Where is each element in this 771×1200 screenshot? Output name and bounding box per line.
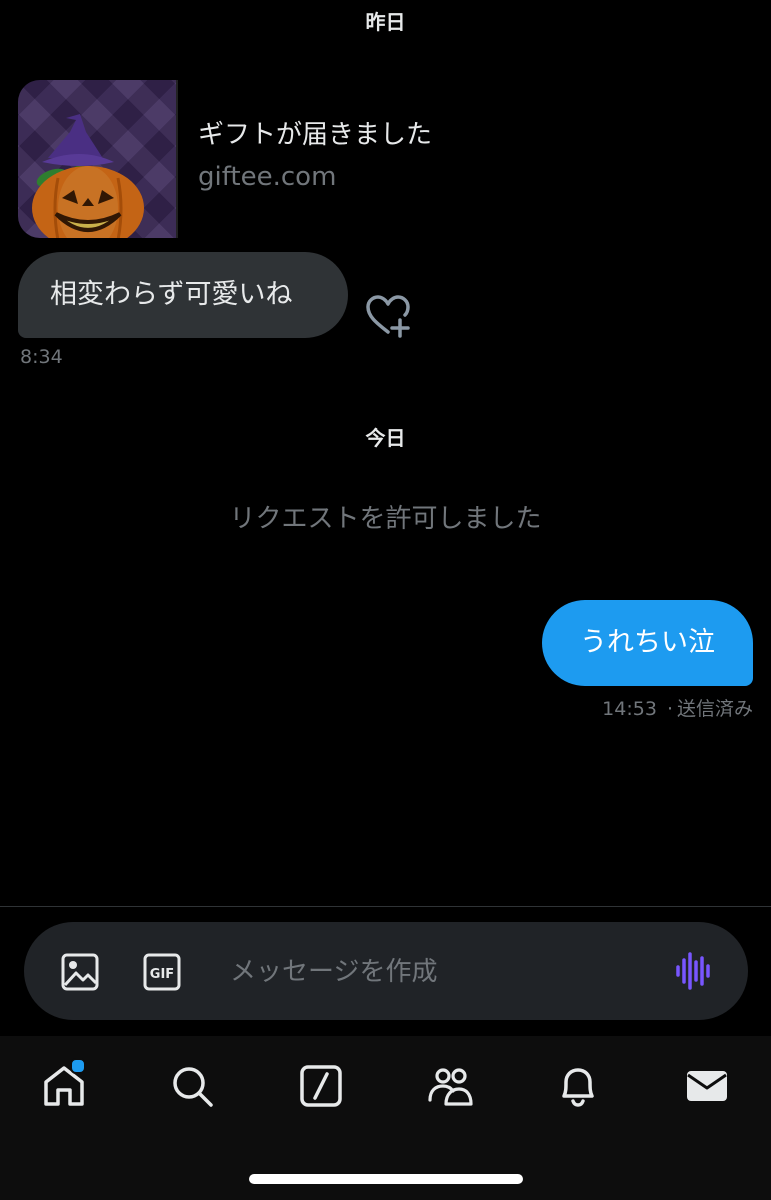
voice-waveform-icon — [676, 952, 710, 990]
gift-thumbnail-divider — [176, 80, 178, 238]
gift-card-domain: giftee.com — [198, 162, 337, 192]
image-icon — [61, 953, 99, 991]
outgoing-message-status: 14:53 · 送信済み — [602, 694, 753, 721]
voice-message-button[interactable] — [672, 950, 714, 992]
tab-search[interactable] — [168, 1062, 216, 1110]
tab-messages[interactable] — [683, 1062, 731, 1110]
outgoing-message-time: 14:53 — [602, 698, 657, 720]
communities-icon — [428, 1068, 473, 1106]
date-separator-yesterday: 昨日 — [365, 10, 406, 34]
gift-card-title: ギフトが届きました — [198, 120, 433, 150]
tab-communities[interactable] — [426, 1062, 474, 1110]
composer-divider — [0, 906, 771, 907]
tab-notifications[interactable] — [554, 1062, 602, 1110]
home-notification-dot — [70, 1058, 86, 1074]
heart-plus-icon — [366, 295, 410, 338]
date-separator-today: 今日 — [365, 426, 406, 450]
incoming-message-time: 8:34 — [20, 346, 63, 368]
home-indicator[interactable] — [249, 1174, 523, 1184]
gif-label: GIF — [150, 967, 174, 982]
gift-card[interactable]: ギフトが届きました giftee.com — [18, 80, 458, 240]
search-icon — [173, 1067, 213, 1107]
tab-grok[interactable] — [297, 1062, 345, 1110]
mail-icon — [687, 1071, 727, 1101]
bell-icon — [562, 1068, 594, 1107]
gift-thumbnail — [18, 80, 176, 238]
grok-icon — [300, 1065, 342, 1107]
status-separator: · — [666, 698, 673, 720]
add-reaction-button[interactable] — [364, 292, 412, 340]
system-message: リクエストを許可しました — [229, 504, 542, 534]
incoming-message-bubble[interactable]: 相変わらず可愛いね — [18, 252, 348, 338]
tab-home[interactable] — [40, 1058, 88, 1110]
message-composer: GIF — [24, 922, 748, 1020]
outgoing-message-bubble[interactable]: うれちい泣 — [542, 600, 753, 686]
delivery-status: 送信済み — [676, 698, 753, 720]
gif-icon: GIF — [143, 953, 181, 991]
halloween-pumpkin-image — [18, 80, 176, 238]
add-gif-button[interactable]: GIF — [142, 952, 182, 992]
message-input[interactable] — [228, 946, 662, 998]
add-image-button[interactable] — [60, 952, 100, 992]
